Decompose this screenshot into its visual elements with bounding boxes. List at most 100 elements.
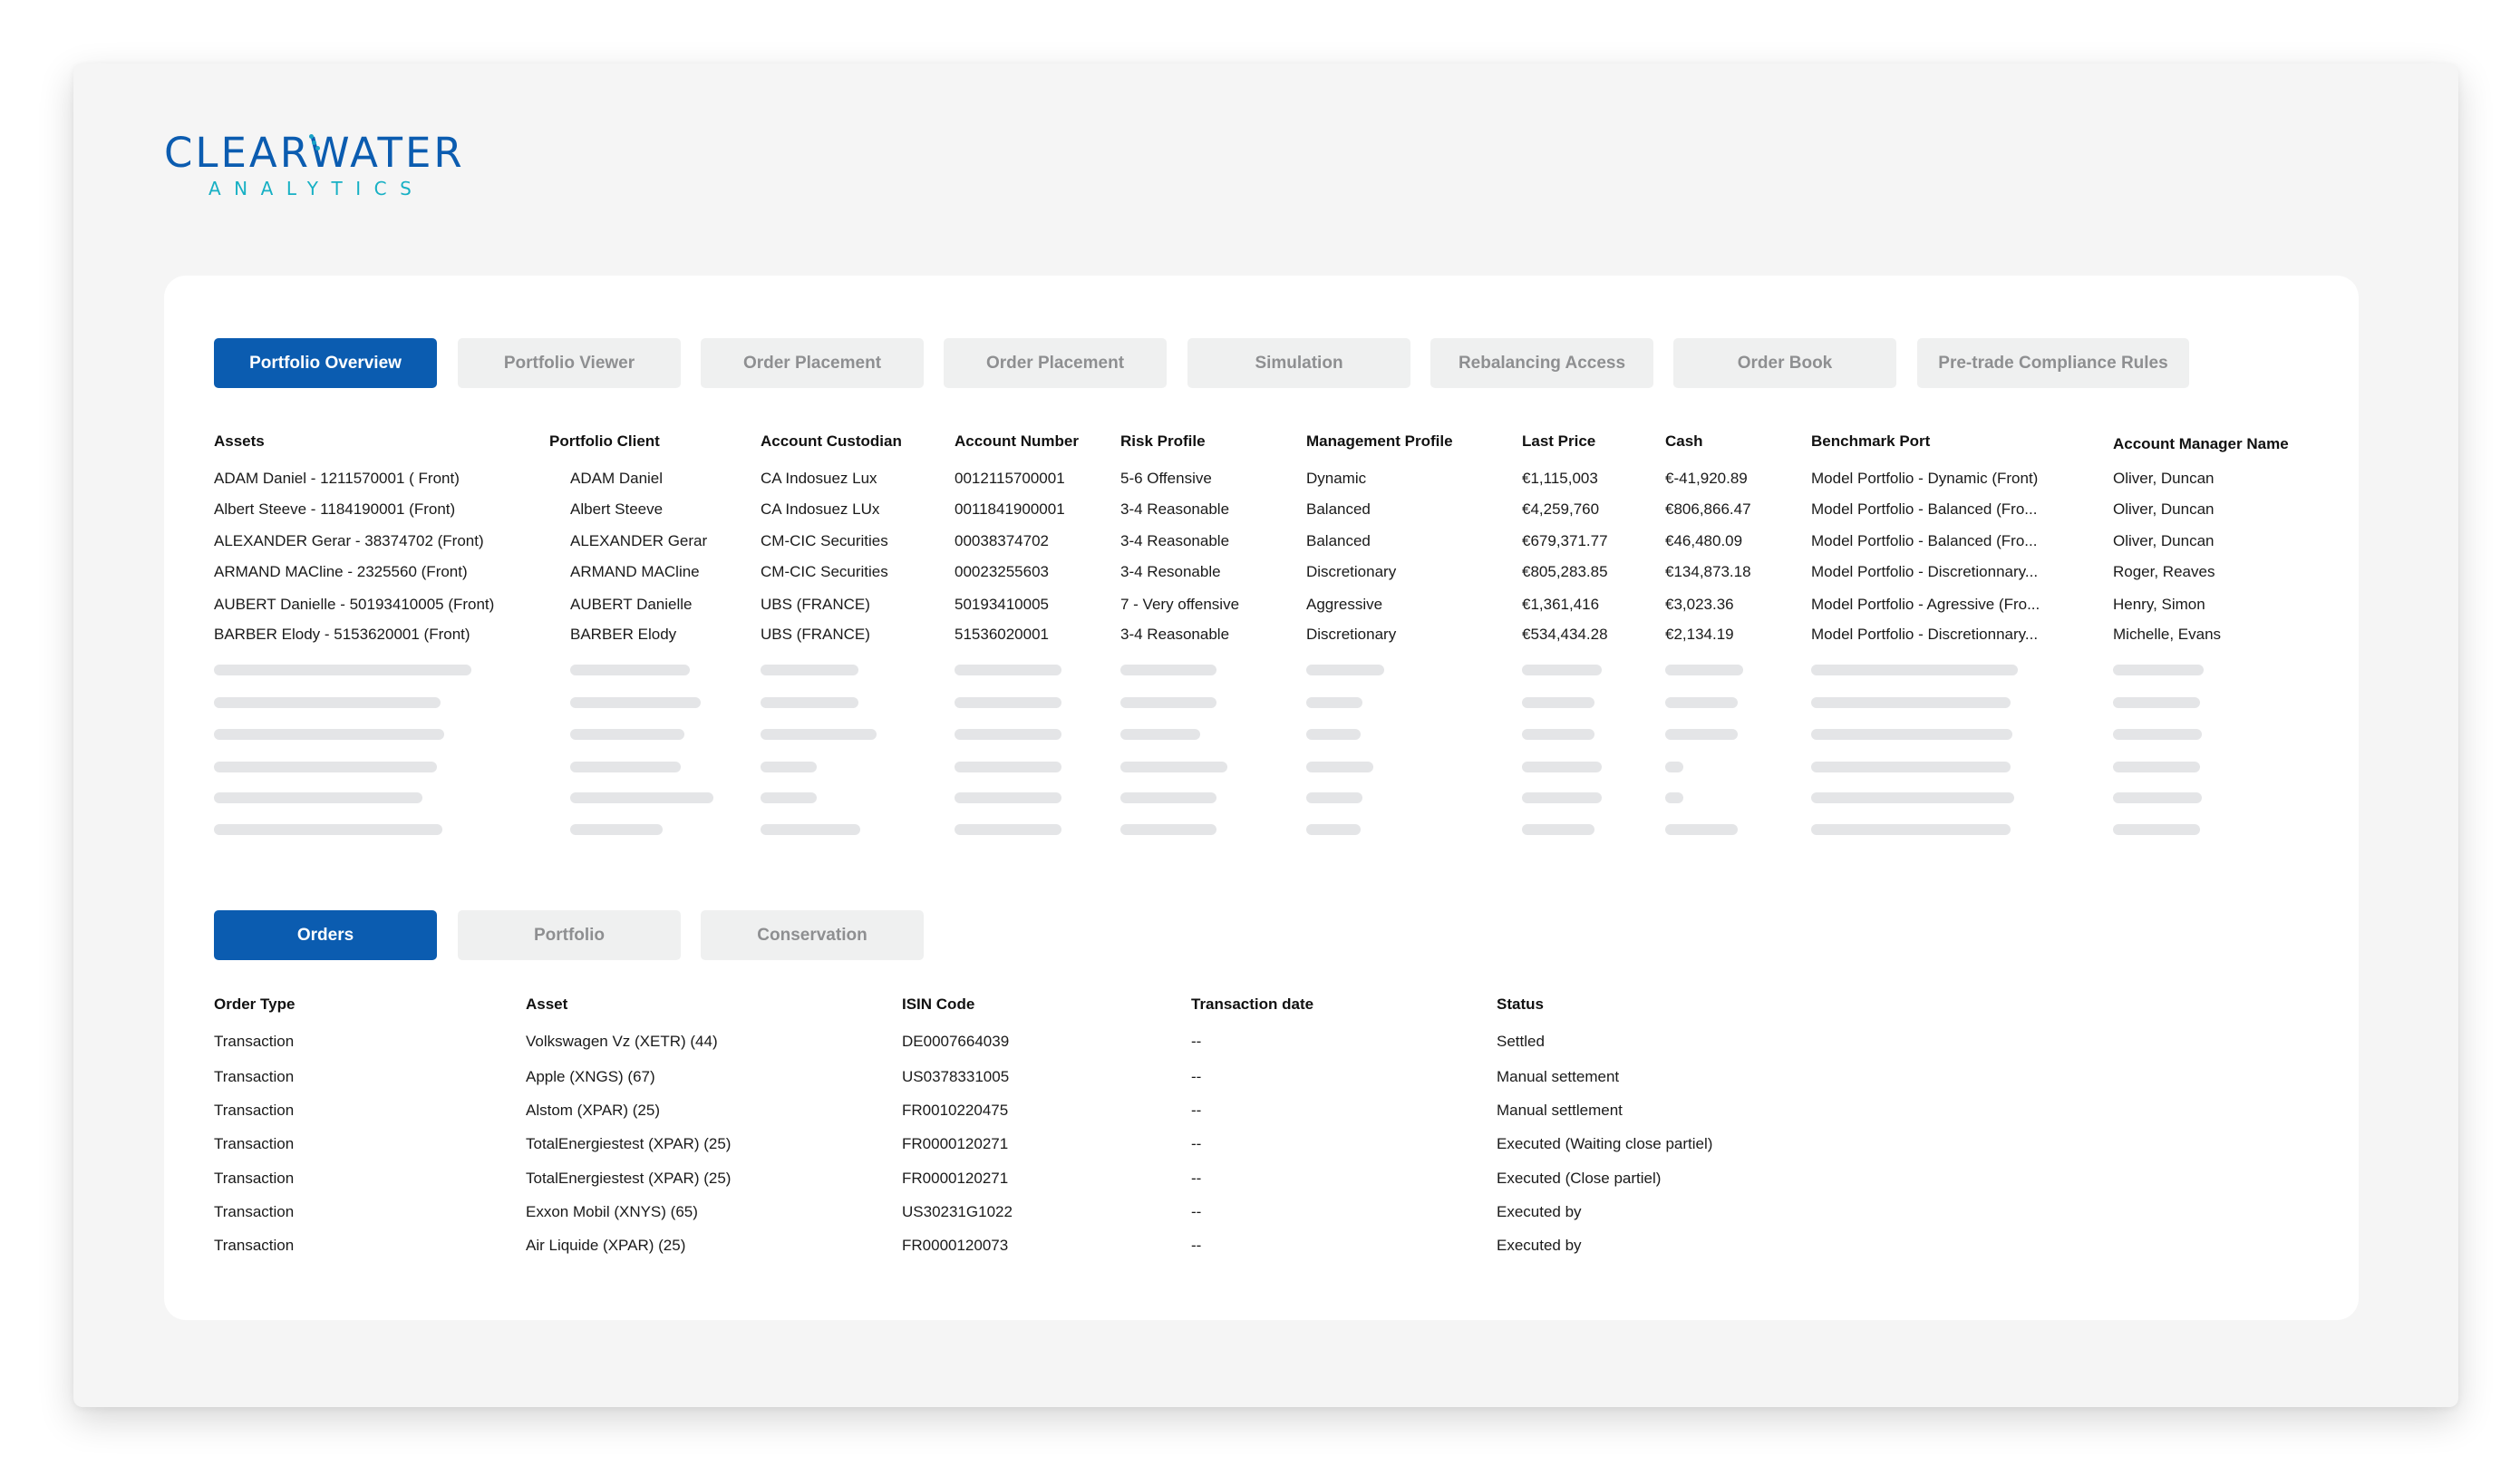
cell-account-custodian: UBS (FRANCE)	[761, 626, 870, 643]
loading-placeholder-bar	[1306, 665, 1384, 675]
cell-assets: Albert Steeve - 1184190001 (Front)	[214, 500, 456, 518]
column-header-status[interactable]: Status	[1497, 995, 1544, 1014]
column-header-isin-code[interactable]: ISIN Code	[902, 995, 974, 1014]
loading-placeholder-bar	[570, 762, 681, 772]
cell-status: Executed by	[1497, 1237, 1582, 1254]
column-header-risk-profile[interactable]: Risk Profile	[1120, 432, 1206, 451]
cell-assets: AUBERT Danielle - 50193410005 (Front)	[214, 596, 495, 613]
content-card	[164, 276, 2359, 1320]
column-header-account-manager-name[interactable]: Account Manager Name	[2113, 435, 2289, 453]
cell-order-type: Transaction	[214, 1068, 295, 1085]
column-header-last-price[interactable]: Last Price	[1522, 432, 1595, 451]
cell-risk-profile: 3-4 Reasonable	[1120, 626, 1230, 643]
loading-placeholder-bar	[570, 792, 713, 803]
cell-cash: €2,134.19	[1665, 626, 1734, 643]
column-header-management-profile[interactable]: Management Profile	[1306, 432, 1453, 451]
cell-last-price: €534,434.28	[1522, 626, 1608, 643]
cell-benchmark-port: Model Portfolio - Discretionnary...	[1811, 626, 2039, 643]
cell-last-price: €679,371.77	[1522, 532, 1608, 549]
cell-portfolio-client: ALEXANDER Gerar	[570, 532, 708, 549]
cell-account-custodian: CA Indosuez LUx	[761, 500, 880, 518]
loading-placeholder-bar	[955, 824, 1061, 835]
loading-placeholder-bar	[214, 762, 437, 772]
cell-isin-code: US30231G1022	[902, 1203, 1013, 1220]
loading-placeholder-bar	[1120, 729, 1200, 740]
loading-placeholder-bar	[214, 697, 441, 708]
cell-status: Executed (Waiting close partiel)	[1497, 1135, 1713, 1152]
tab-order-book[interactable]: Order Book	[1673, 338, 1896, 388]
tab-portfolio-overview[interactable]: Portfolio Overview	[214, 338, 437, 388]
loading-placeholder-bar	[1120, 762, 1227, 772]
loading-placeholder-bar	[1120, 824, 1216, 835]
cell-management-profile: Dynamic	[1306, 470, 1367, 487]
loading-placeholder-bar	[2113, 665, 2204, 675]
loading-placeholder-bar	[761, 824, 860, 835]
loading-placeholder-bar	[955, 762, 1061, 772]
loading-placeholder-bar	[1811, 762, 2011, 772]
tab-orders[interactable]: Orders	[214, 910, 437, 960]
cell-management-profile: Discretionary	[1306, 563, 1397, 580]
cell-risk-profile: 7 - Very offensive	[1120, 596, 1240, 613]
loading-placeholder-bar	[1522, 729, 1594, 740]
cell-status: Executed by	[1497, 1203, 1582, 1220]
cell-isin-code: FR0000120073	[902, 1237, 1009, 1254]
cell-order-type: Transaction	[214, 1033, 295, 1050]
cell-account-number: 00038374702	[955, 532, 1050, 549]
cell-management-profile: Discretionary	[1306, 626, 1397, 643]
loading-placeholder-bar	[1811, 729, 2012, 740]
cell-account-manager-name: Henry, Simon	[2113, 596, 2205, 613]
tab-portfolio[interactable]: Portfolio	[458, 910, 681, 960]
tab-conservation[interactable]: Conservation	[701, 910, 924, 960]
loading-placeholder-bar	[1120, 697, 1216, 708]
column-header-account-number[interactable]: Account Number	[955, 432, 1079, 451]
loading-placeholder-bar	[761, 697, 858, 708]
cell-order-type: Transaction	[214, 1237, 295, 1254]
cell-risk-profile: 3-4 Reasonable	[1120, 500, 1230, 518]
column-header-order-type[interactable]: Order Type	[214, 995, 295, 1014]
loading-placeholder-bar	[1522, 762, 1602, 772]
cell-assets: ARMAND MACline - 2325560 (Front)	[214, 563, 468, 580]
cell-isin-code: FR0010220475	[902, 1102, 1009, 1119]
tab-order-placement[interactable]: Order Placement	[701, 338, 924, 388]
loading-placeholder-bar	[955, 792, 1061, 803]
tab-rebalancing-access[interactable]: Rebalancing Access	[1430, 338, 1653, 388]
cell-asset: TotalEnergiestest (XPAR) (25)	[526, 1135, 732, 1152]
tab-order-placement-2[interactable]: Order Placement	[944, 338, 1167, 388]
loading-placeholder-bar	[1665, 824, 1738, 835]
cell-benchmark-port: Model Portfolio - Balanced (Fro...	[1811, 500, 2038, 518]
cell-transaction-date: --	[1191, 1237, 1202, 1254]
column-header-portfolio-client[interactable]: Portfolio Client	[549, 432, 660, 451]
cell-management-profile: Balanced	[1306, 532, 1371, 549]
cell-account-number: 51536020001	[955, 626, 1050, 643]
cell-order-type: Transaction	[214, 1135, 295, 1152]
column-header-benchmark-port[interactable]: Benchmark Port	[1811, 432, 1930, 451]
cell-isin-code: FR0000120271	[902, 1135, 1009, 1152]
column-header-asset[interactable]: Asset	[526, 995, 567, 1014]
loading-placeholder-bar	[2113, 792, 2202, 803]
cell-account-manager-name: Oliver, Duncan	[2113, 470, 2215, 487]
cell-account-manager-name: Michelle, Evans	[2113, 626, 2222, 643]
cell-status: Manual settement	[1497, 1068, 1620, 1085]
tab-simulation[interactable]: Simulation	[1187, 338, 1410, 388]
cell-cash: €806,866.47	[1665, 500, 1751, 518]
tab-pre-trade-compliance-rules[interactable]: Pre-trade Compliance Rules	[1917, 338, 2189, 388]
loading-placeholder-bar	[1811, 824, 2011, 835]
cell-portfolio-client: AUBERT Danielle	[570, 596, 693, 613]
cell-benchmark-port: Model Portfolio - Dynamic (Front)	[1811, 470, 2039, 487]
loading-placeholder-bar	[1811, 697, 2011, 708]
column-header-cash[interactable]: Cash	[1665, 432, 1703, 451]
column-header-account-custodian[interactable]: Account Custodian	[761, 432, 902, 451]
cell-assets: ADAM Daniel - 1211570001 ( Front)	[214, 470, 460, 487]
cell-cash: €3,023.36	[1665, 596, 1734, 613]
column-header-transaction-date[interactable]: Transaction date	[1191, 995, 1313, 1014]
tab-portfolio-viewer[interactable]: Portfolio Viewer	[458, 338, 681, 388]
loading-placeholder-bar	[1522, 792, 1602, 803]
column-header-assets[interactable]: Assets	[214, 432, 265, 451]
loading-placeholder-bar	[1522, 824, 1594, 835]
loading-placeholder-bar	[1522, 665, 1602, 675]
cell-transaction-date: --	[1191, 1102, 1202, 1119]
loading-placeholder-bar	[761, 729, 877, 740]
loading-placeholder-bar	[1306, 792, 1362, 803]
loading-placeholder-bar	[2113, 762, 2200, 772]
loading-placeholder-bar	[1811, 792, 2014, 803]
